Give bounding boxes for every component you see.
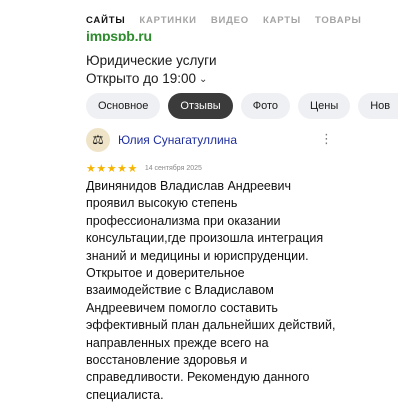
review-line: Двинянидов Владислав Андреевич [86,179,291,193]
tab-video[interactable]: ВИДЕО [211,15,249,26]
review-line: справедливости. Рекомендую данного [86,370,310,385]
review-line: взаимодействие с Владиславом [86,283,274,298]
opening-hours-text: Открыто до 19:00 [86,71,197,86]
review-date: 14 сентября 2025 [144,165,202,172]
review-text: Двинянидов Владислав Андреевич проявил в… [86,178,396,404]
review-line: консультации,где произошла интеграция [86,231,324,246]
review-line: профессионализма при оказании [86,213,281,228]
tab-goods[interactable]: ТОВАРЫ [315,15,362,26]
search-tabs: САЙТЫ КАРТИНКИ ВИДЕО КАРТЫ ТОВАРЫ [0,0,400,40]
chip-news[interactable]: Нов [358,93,399,119]
review-line: направленных прежде всего на [86,335,269,350]
rating-stars: ★★★★★ [86,163,138,175]
review-author-name[interactable]: Юлия Сунагатуллина [118,133,237,147]
review-author[interactable]: ⚖ Юлия Сунагатуллина [86,128,336,152]
review-line: специалиста. [86,387,164,402]
organization-category: Юридические услуги [86,53,217,68]
review-line: проявил высокую степень [86,196,238,211]
chip-prices[interactable]: Цены [297,93,351,119]
chip-main[interactable]: Основное [86,93,161,119]
review-line: Открытое и доверительное [86,266,245,281]
site-link[interactable]: impspb.ru [86,23,152,41]
scales-avatar-icon: ⚖ [86,128,110,152]
opening-hours[interactable]: Открыто до 19:00 ⌄ [86,71,207,86]
chip-reviews[interactable]: Отзывы [168,93,233,119]
review-rating: ★★★★★ 14 сентября 2025 [86,162,202,175]
review-line: Андреевичем помогло составить [86,300,278,315]
tab-maps[interactable]: КАРТЫ [263,15,301,26]
more-vertical-icon[interactable]: ⋮ [320,132,333,145]
review-line: восстановление здоровья и [86,353,248,368]
chip-photo[interactable]: Фото [240,93,290,119]
review-line: эффективный план дальнейших действий, [86,318,336,333]
chevron-down-icon: ⌄ [199,74,208,85]
review-line: знаний и медицины и юриспруденции. [86,248,309,263]
section-chips: Основное Отзывы Фото Цены Нов [86,93,399,119]
